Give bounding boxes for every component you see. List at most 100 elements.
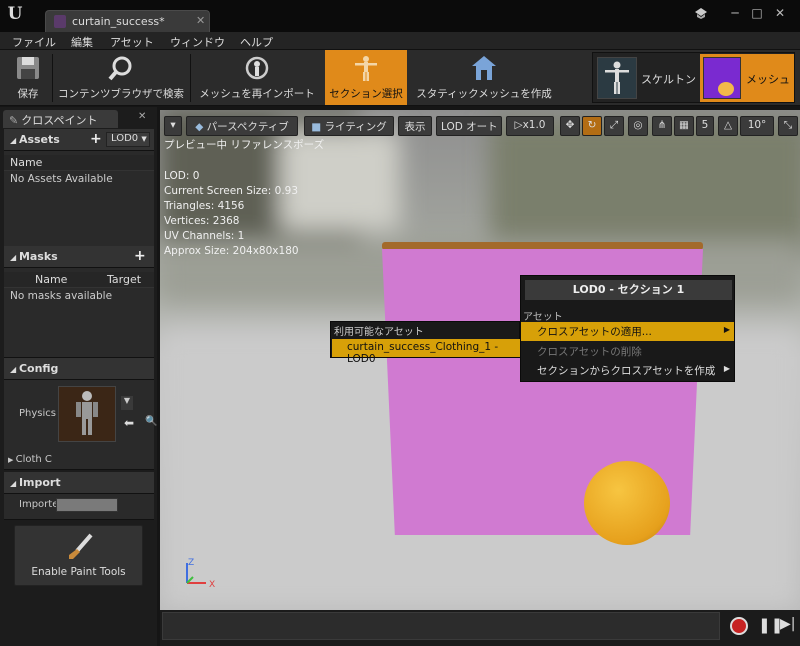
available-assets-submenu: 利用可能なアセット curtain_success_Clothing_1 - L… [330, 321, 520, 365]
lod-auto-button[interactable]: LOD オート [436, 116, 502, 136]
section-select-button[interactable]: セクション選択 [325, 50, 407, 105]
show-label: 表示 [404, 121, 426, 133]
world-local-icon[interactable]: ◎ [628, 116, 648, 136]
lod-dropdown-value: LOD0 [111, 133, 139, 144]
axis-z-label: Z [188, 558, 194, 568]
save-button[interactable]: 保存 [8, 50, 48, 105]
find-in-content-browser-button[interactable]: コンテンツブラウザで検索 [54, 50, 188, 105]
cloth-paint-tab[interactable]: ✎ クロスペイント [3, 110, 118, 128]
masks-section: ◢ Masks + Name Target No masks available [4, 246, 154, 358]
config-header[interactable]: ◢ Config [4, 358, 154, 380]
static-mesh-icon [472, 56, 496, 80]
perspective-icon: ◆ [195, 121, 207, 133]
scale-mode-icon[interactable]: ⤢ [604, 116, 624, 136]
source-control-icon[interactable] [693, 6, 709, 20]
menu-window[interactable]: ウィンドウ [170, 34, 225, 50]
lighting-icon: ■ [311, 121, 325, 133]
physics-dropdown-chevron-icon[interactable]: ▼ [121, 396, 133, 410]
perspective-button[interactable]: ◆ パースペクティブ [186, 116, 298, 136]
masks-header[interactable]: ◢ Masks + [4, 246, 154, 268]
close-button[interactable]: ✕ [770, 5, 790, 21]
reimport-mesh-button[interactable]: メッシュを再インポート [193, 50, 321, 105]
skeleton-icon [605, 61, 629, 94]
stat-approx-size: Approx Size: 204x80x180 [164, 245, 299, 257]
lighting-label: ライティング [324, 121, 387, 133]
step-forward-icon[interactable]: ▶| [780, 616, 795, 632]
menu-help[interactable]: ヘルプ [240, 34, 273, 50]
add-asset-button[interactable]: + [90, 131, 102, 147]
ue4-logo-icon[interactable]: U [4, 3, 26, 25]
mesh-mode-button[interactable]: メッシュ [700, 54, 794, 102]
cloth-paint-tab-label: クロスペイント [21, 114, 98, 127]
import-header[interactable]: ◢ Import [4, 472, 154, 494]
masks-column-header: Name Target [4, 272, 154, 288]
save-label: 保存 [17, 88, 39, 100]
cloth-config-label[interactable]: ▶ Cloth C [8, 454, 52, 465]
viewport-stats: プレビュー中 リファレンスポーズ LOD: 0 Current Screen S… [164, 138, 324, 259]
menu-file[interactable]: ファイル [12, 34, 56, 50]
import-value-field[interactable] [56, 498, 118, 512]
context-menu-section-label: アセット [523, 312, 563, 323]
minimize-button[interactable]: ─ [725, 5, 745, 21]
toolbar-separator [190, 54, 191, 102]
menu-item-remove-cloth: クロスアセットの削除 [521, 342, 734, 361]
add-mask-button[interactable]: + [134, 248, 146, 264]
menu-item-create-cloth[interactable]: セクションからクロスアセットを作成 ▶ [521, 361, 734, 380]
browse-icon[interactable]: 🔍 [145, 416, 157, 427]
paint-tools-label: Enable Paint Tools [31, 566, 126, 578]
grid-snap-icon[interactable]: ▦ [674, 116, 694, 136]
apply-cloth-label: クロスアセットの適用... [537, 326, 652, 338]
surface-snap-icon[interactable]: ⋔ [652, 116, 672, 136]
playback-speed-button[interactable]: ▷x1.0 [506, 116, 554, 136]
stat-lod: LOD: 0 [164, 170, 200, 182]
use-selected-arrow-icon[interactable]: ⬅ [124, 416, 134, 430]
rotate-mode-icon[interactable]: ↻ [582, 116, 602, 136]
save-icon [17, 57, 39, 79]
close-panel-icon[interactable]: ✕ [138, 111, 146, 122]
translate-mode-icon[interactable]: ✥ [560, 116, 580, 136]
import-title: Import [18, 476, 61, 489]
assets-header[interactable]: ◢ Assets + LOD0 ▼ [4, 129, 154, 151]
masks-title: Masks [18, 250, 58, 263]
rotation-snap-icon[interactable]: △ [718, 116, 738, 136]
viewport-options-button[interactable]: ▾ [164, 116, 182, 136]
curtain-rod [382, 242, 703, 250]
config-section: ◢ Config Physics ▼ ⬅ 🔍 ▶ Cloth C [4, 358, 157, 470]
collapse-arrow-icon: ◢ [10, 136, 19, 145]
toolbar-separator [52, 54, 53, 102]
menu-asset[interactable]: アセット [110, 34, 154, 50]
import-section: ◢ Import Importe [4, 472, 154, 520]
submenu-arrow-icon: ▶ [723, 325, 730, 334]
timeline-field[interactable] [162, 612, 720, 640]
skeletal-mesh-icon [54, 15, 66, 28]
document-tab-title: curtain_success* [72, 15, 165, 28]
chevron-down-icon: ▼ [141, 135, 147, 143]
enable-paint-tools-button[interactable]: Enable Paint Tools [14, 525, 143, 586]
lighting-button[interactable]: ■ ライティング [304, 116, 394, 136]
menu-item-apply-cloth[interactable]: クロスアセットの適用... ▶ [521, 322, 734, 341]
viewport-toolbar: ▾ ◆ パースペクティブ ■ ライティング 表示 LOD オート ▷x1.0 ✥… [160, 110, 800, 140]
grid-size-value[interactable]: 5 [696, 116, 714, 136]
maximize-viewport-icon[interactable]: ⤡ [778, 116, 798, 136]
record-button[interactable] [730, 617, 748, 635]
menu-edit[interactable]: 編集 [71, 34, 93, 50]
document-tab[interactable]: curtain_success* ✕ [45, 10, 210, 32]
skeleton-thumbnail[interactable] [597, 57, 637, 99]
make-static-mesh-button[interactable]: スタティックメッシュを作成 [410, 50, 558, 105]
preview-mode-label: プレビュー中 リファレンスポーズ [164, 139, 325, 151]
show-button[interactable]: 表示 [398, 116, 432, 136]
lod-dropdown[interactable]: LOD0 ▼ [106, 132, 150, 147]
skeleton-label[interactable]: スケルトン [641, 71, 696, 87]
maximize-button[interactable]: □ [747, 5, 767, 21]
stat-uv-channels: UV Channels: 1 [164, 230, 245, 242]
skeleton-pose-icon [355, 56, 377, 81]
expand-arrow-icon: ▶ [8, 456, 16, 464]
rotation-snap-value[interactable]: 10° [740, 116, 774, 136]
assets-section: ◢ Assets + LOD0 ▼ Name No Assets Availab… [4, 129, 154, 249]
assets-name-column: Name [10, 156, 43, 169]
physics-asset-thumbnail[interactable] [58, 386, 116, 442]
submenu-item-clothing-asset[interactable]: curtain_success_Clothing_1 - LOD0 [332, 339, 520, 365]
close-tab-icon[interactable]: ✕ [196, 14, 205, 27]
config-title: Config [18, 362, 59, 375]
mesh-preview-icon [718, 82, 734, 96]
